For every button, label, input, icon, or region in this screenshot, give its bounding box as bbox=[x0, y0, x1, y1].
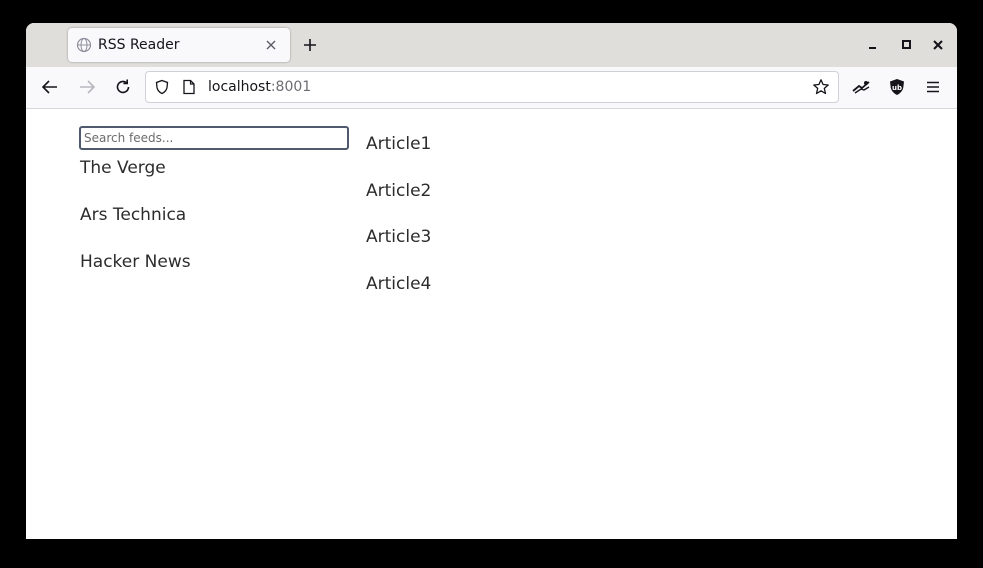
article-item[interactable]: Article3 bbox=[366, 227, 431, 274]
url-text[interactable]: localhost:8001 bbox=[208, 79, 311, 95]
extension-icon[interactable] bbox=[851, 77, 871, 97]
page-icon[interactable] bbox=[182, 79, 196, 95]
browser-window: RSS Reader localhost:8001 ub Search feed… bbox=[26, 23, 957, 539]
hamburger-menu-icon[interactable] bbox=[923, 77, 943, 97]
tab-strip: RSS Reader bbox=[26, 23, 957, 67]
forward-arrow-icon[interactable] bbox=[77, 77, 97, 97]
feed-item[interactable]: The Verge bbox=[80, 158, 191, 205]
feed-item[interactable]: Ars Technica bbox=[80, 205, 191, 252]
minimize-icon[interactable] bbox=[864, 36, 882, 54]
tab-title: RSS Reader bbox=[98, 37, 180, 53]
maximize-icon[interactable] bbox=[898, 36, 916, 54]
ublock-shield-icon[interactable]: ub bbox=[887, 77, 907, 97]
article-list: Article1 Article2 Article3 Article4 bbox=[366, 134, 431, 320]
back-arrow-icon[interactable] bbox=[40, 77, 60, 97]
page-content: The Verge Ars Technica Hacker News Artic… bbox=[26, 109, 957, 539]
svg-text:ub: ub bbox=[892, 84, 902, 92]
globe-icon bbox=[76, 37, 92, 53]
feed-item[interactable]: Hacker News bbox=[80, 252, 191, 299]
article-item[interactable]: Article1 bbox=[366, 134, 431, 181]
shield-icon[interactable] bbox=[154, 79, 170, 95]
navigation-toolbar: localhost:8001 ub bbox=[26, 67, 957, 109]
article-item[interactable]: Article4 bbox=[366, 274, 431, 321]
new-tab-icon[interactable] bbox=[300, 35, 320, 55]
close-window-icon[interactable] bbox=[929, 36, 947, 54]
article-item[interactable]: Article2 bbox=[366, 181, 431, 228]
url-port: :8001 bbox=[270, 79, 312, 95]
feed-list: The Verge Ars Technica Hacker News bbox=[80, 158, 191, 299]
address-bar[interactable]: localhost:8001 bbox=[145, 71, 839, 103]
search-feeds-input[interactable] bbox=[79, 126, 349, 150]
tab-rss-reader[interactable]: RSS Reader bbox=[68, 28, 290, 62]
close-tab-icon[interactable] bbox=[264, 38, 278, 52]
reload-icon[interactable] bbox=[113, 77, 133, 97]
bookmark-star-icon[interactable] bbox=[812, 78, 830, 96]
url-host: localhost bbox=[208, 79, 271, 95]
